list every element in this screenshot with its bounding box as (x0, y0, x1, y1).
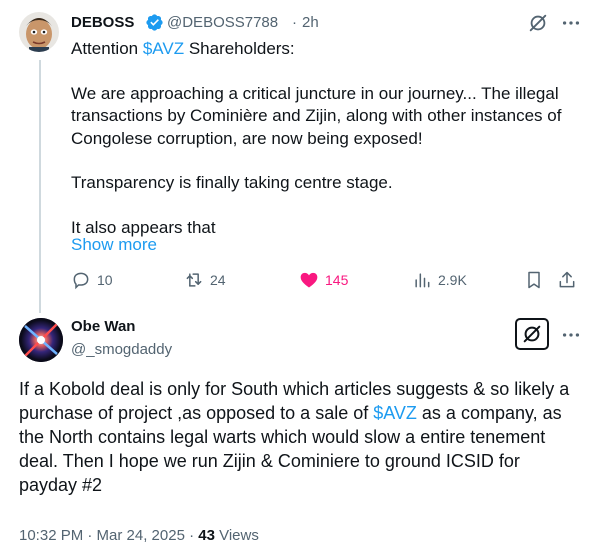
view-count: 2.9K (438, 272, 467, 288)
show-more-link[interactable]: Show more (71, 235, 157, 255)
views-label: Views (214, 527, 259, 544)
views-icon (415, 273, 430, 288)
tweet-paragraph: Transparency is finally taking centre st… (71, 173, 393, 192)
verified-badge-icon (145, 13, 164, 32)
tweet-paragraph: We are approaching a critical juncture i… (71, 83, 562, 148)
grok-icon[interactable] (527, 12, 549, 34)
separator-dot: · (292, 14, 297, 31)
reply-icon (73, 272, 89, 290)
grok-button[interactable] (515, 318, 549, 350)
timestamp[interactable]: 10:32 PM · Mar 24, 2025 · (19, 527, 198, 544)
action-bar: 10 24 145 2.9K (71, 268, 581, 292)
text-span: Attention (71, 39, 143, 58)
repost-count: 24 (210, 272, 226, 288)
like-button[interactable]: 145 (299, 268, 348, 292)
views-button[interactable]: 2.9K (412, 268, 467, 292)
display-name[interactable]: DEBOSS (71, 14, 134, 31)
tweet-text: If a Kobold deal is only for South which… (19, 377, 579, 497)
cashtag-link[interactable]: $AVZ (143, 39, 184, 58)
repost-button[interactable]: 24 (184, 268, 226, 292)
repost-icon (186, 273, 202, 287)
handle[interactable]: @DEBOSS7788 (167, 14, 278, 31)
cashtag-link[interactable]: $AVZ (373, 403, 417, 423)
avatar[interactable] (19, 318, 63, 362)
more-icon[interactable] (560, 12, 582, 34)
more-icon[interactable] (560, 324, 582, 346)
reply-button[interactable]: 10 (71, 268, 113, 292)
thread-line (39, 60, 41, 313)
tweet-metadata: 10:32 PM · Mar 24, 2025 · 43 Views (19, 527, 259, 544)
tweet-line: Attention $AVZ Shareholders: (71, 38, 571, 61)
display-name[interactable]: Obe Wan (71, 318, 135, 335)
text-span: Shareholders: (184, 39, 295, 58)
relative-time[interactable]: 2h (302, 14, 319, 31)
reply-count: 10 (97, 272, 113, 288)
bookmark-icon (528, 271, 540, 289)
tweet-text: Attention $AVZ Shareholders: We are appr… (71, 38, 571, 239)
avatar[interactable] (19, 12, 59, 52)
like-icon (300, 272, 318, 288)
handle[interactable]: @_smogdaddy (71, 341, 172, 358)
share-icon (559, 271, 575, 288)
views-count: 43 (198, 527, 215, 544)
like-count: 145 (325, 272, 349, 288)
share-button[interactable] (557, 268, 583, 292)
grok-icon (523, 325, 541, 343)
bookmark-button[interactable] (524, 268, 550, 292)
